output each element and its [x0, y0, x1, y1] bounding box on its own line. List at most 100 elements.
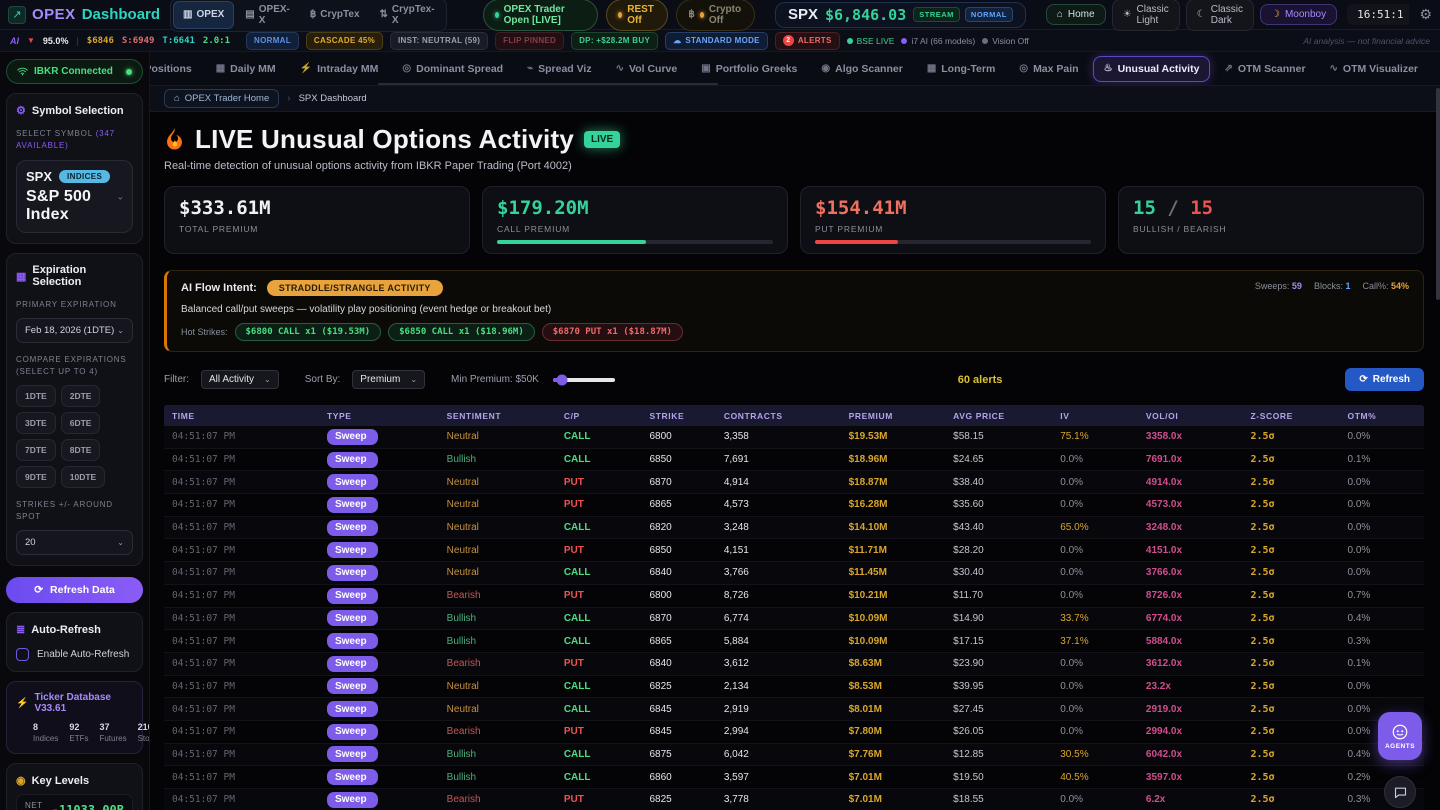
moonboy-button[interactable]: ☽Moonboy [1260, 4, 1337, 25]
support-level: S:6949 [122, 36, 155, 46]
table-row[interactable]: 04:51:07 PMSweepBullishCALL68603,597$7.0… [164, 766, 1424, 789]
app-tab-opex-x[interactable]: ▤OPEX-X [236, 1, 299, 29]
tab-positions[interactable]: ▤Positions [150, 57, 202, 81]
classic-dark-button[interactable]: ☾Classic Dark [1186, 0, 1254, 31]
app-tab-cryptex-x[interactable]: ⇅CrypTex-X [371, 1, 444, 29]
table-row[interactable]: 04:51:07 PMSweepBullishCALL68706,774$10.… [164, 608, 1424, 631]
dte-option-2dte[interactable]: 2DTE [61, 385, 101, 407]
dte-option-10dte[interactable]: 10DTE [61, 466, 105, 488]
classic-light-button[interactable]: ☀Classic Light [1112, 0, 1180, 31]
tab-max-pain[interactable]: ◎Max Pain [1009, 57, 1088, 81]
table-row[interactable]: 04:51:07 PMSweepBearishPUT68253,778$7.01… [164, 789, 1424, 810]
table-row[interactable]: 04:51:07 PMSweepNeutralPUT68504,151$11.7… [164, 539, 1424, 562]
cell-z-score: 2.5σ [1242, 613, 1339, 624]
tab-daily-mm[interactable]: ▦Daily MM [206, 57, 286, 81]
table-row[interactable]: 04:51:07 PMSweepNeutralCALL68203,248$14.… [164, 517, 1424, 540]
tab-pro-chart[interactable]: ◫Pro Chart [1432, 57, 1440, 81]
tab-intraday-mm[interactable]: ⚡Intraday MM [290, 57, 389, 81]
tab-vol-curve[interactable]: ∿Vol Curve [606, 57, 688, 81]
cell-sentiment: Bearish [439, 726, 556, 737]
min-premium-slider[interactable] [553, 378, 615, 382]
dte-option-1dte[interactable]: 1DTE [16, 385, 56, 407]
dte-option-7dte[interactable]: 7DTE [16, 439, 56, 461]
app-tab-cryptex[interactable]: ฿CrypTex [301, 1, 369, 29]
column-header-contracts: CONTRACTS [716, 411, 841, 421]
symbol-dropdown[interactable]: SPX INDICES S&P 500 Index ⌄ [16, 160, 133, 233]
agents-button[interactable]: AGENTS [1378, 712, 1422, 760]
cell-z-score: 2.5σ [1242, 499, 1339, 510]
tab-otm-scanner[interactable]: ⇗OTM Scanner [1214, 57, 1315, 81]
slider-thumb[interactable] [557, 374, 568, 385]
cell-iv: 0.0% [1052, 704, 1138, 715]
dte-option-9dte[interactable]: 9DTE [16, 466, 56, 488]
auto-refresh-checkbox[interactable] [16, 648, 29, 661]
robot-icon [1391, 723, 1409, 741]
cell-cp: PUT [556, 477, 642, 488]
status-badge-inst-neutral-59-: INST: NEUTRAL (59) [390, 32, 488, 50]
ai-label: AI [10, 36, 19, 46]
chat-button[interactable] [1384, 776, 1416, 808]
table-row[interactable]: 04:51:07 PMSweepNeutralCALL68452,919$8.0… [164, 698, 1424, 721]
status-dot [495, 12, 499, 18]
vertical-scrollbar[interactable] [1436, 88, 1440, 300]
chevron-down-icon: ⌄ [117, 326, 124, 335]
cell-sentiment: Neutral [439, 522, 556, 533]
call-premium-card: $179.20M CALL PREMIUM [482, 186, 788, 254]
tab-spread-viz[interactable]: ⌁Spread Viz [517, 57, 602, 81]
flame-icon [164, 127, 185, 152]
strikes-select[interactable]: 20⌄ [16, 530, 133, 555]
sort-select[interactable]: Premium⌄ [352, 370, 425, 389]
dte-option-6dte[interactable]: 6DTE [61, 412, 101, 434]
key-levels-card: ◉Key Levels NET GEX:-11033.00BNET DEX:31… [6, 763, 143, 810]
dte-option-8dte[interactable]: 8DTE [61, 439, 101, 461]
activity-filter-select[interactable]: All Activity⌄ [201, 370, 279, 389]
table-row[interactable]: 04:51:07 PMSweepBullishCALL68756,042$7.7… [164, 744, 1424, 767]
tab-portfolio-greeks[interactable]: ▣Portfolio Greeks [691, 57, 807, 81]
refresh-data-button[interactable]: ⟳ Refresh Data [6, 577, 143, 603]
db-stat-label: Indices [33, 734, 58, 743]
tab-algo-scanner[interactable]: ◉Algo Scanner [811, 57, 912, 81]
dte-option-3dte[interactable]: 3DTE [16, 412, 56, 434]
table-row[interactable]: 04:51:07 PMSweepBearishPUT68008,726$10.2… [164, 585, 1424, 608]
primary-expiration-select[interactable]: Feb 18, 2026 (1DTE)⌄ [16, 318, 133, 343]
down-arrow-icon: ▼ [27, 36, 35, 45]
cell-avg-price: $24.65 [945, 454, 1052, 465]
target-icon: ◉ [16, 774, 26, 787]
table-row[interactable]: 04:51:07 PMSweepNeutralCALL68403,766$11.… [164, 562, 1424, 585]
indicator-label: i7 AI (66 models) [911, 36, 975, 46]
status-dot [618, 12, 622, 18]
app-tab-opex[interactable]: ▥OPEX [173, 1, 234, 29]
nav-horizontal-scrollbar[interactable] [378, 83, 718, 85]
cell-iv: 40.5% [1052, 772, 1138, 783]
tab-unusual-activity[interactable]: ♨Unusual Activity [1093, 56, 1211, 82]
cell-vol-oi: 3612.0x [1138, 658, 1243, 669]
status-button-opex-trader-open-live-[interactable]: OPEX Trader Open [LIVE] [483, 0, 599, 31]
table-row[interactable]: 04:51:07 PMSweepBearishPUT68403,612$8.63… [164, 653, 1424, 676]
home-button[interactable]: ⌂Home [1046, 4, 1106, 25]
calendar-icon: ▦ [16, 270, 26, 283]
settings-gear-icon[interactable]: ⚙ [1419, 6, 1432, 23]
status-button-rest-off[interactable]: REST Off [606, 0, 668, 31]
tab-dominant-spread[interactable]: ◎Dominant Spread [392, 57, 513, 81]
nav-label: Spread Viz [538, 63, 592, 75]
table-row[interactable]: 04:51:07 PMSweepBullishCALL68507,691$18.… [164, 449, 1424, 472]
table-row[interactable]: 04:51:07 PMSweepNeutralPUT68654,573$16.2… [164, 494, 1424, 517]
nav-label: OTM Visualizer [1343, 63, 1418, 75]
table-header: TIMETYPESENTIMENTC/PSTRIKECONTRACTSPREMI… [164, 405, 1424, 426]
bullish-bearish-card: 15 / 15 BULLISH / BEARISH [1118, 186, 1424, 254]
cell-type: Sweep [319, 452, 439, 468]
call-premium-value: $179.20M [497, 197, 773, 219]
cell-avg-price: $17.15 [945, 636, 1052, 647]
cell-vol-oi: 4573.0x [1138, 499, 1243, 510]
cell-iv: 30.5% [1052, 749, 1138, 760]
table-refresh-button[interactable]: ⟳ Refresh [1345, 368, 1424, 391]
breadcrumb-home-link[interactable]: ⌂ OPEX Trader Home [164, 89, 279, 108]
table-row[interactable]: 04:51:07 PMSweepNeutralCALL68003,358$19.… [164, 426, 1424, 449]
tab-otm-visualizer[interactable]: ∿OTM Visualizer [1320, 57, 1428, 81]
table-row[interactable]: 04:51:07 PMSweepNeutralCALL68252,134$8.5… [164, 676, 1424, 699]
table-row[interactable]: 04:51:07 PMSweepBearishPUT68452,994$7.80… [164, 721, 1424, 744]
status-button-crypto-off[interactable]: ฿Crypto Off [676, 0, 755, 31]
table-row[interactable]: 04:51:07 PMSweepBullishCALL68655,884$10.… [164, 630, 1424, 653]
table-row[interactable]: 04:51:07 PMSweepNeutralPUT68704,914$18.8… [164, 471, 1424, 494]
tab-long-term[interactable]: ▦Long-Term [917, 57, 1006, 81]
